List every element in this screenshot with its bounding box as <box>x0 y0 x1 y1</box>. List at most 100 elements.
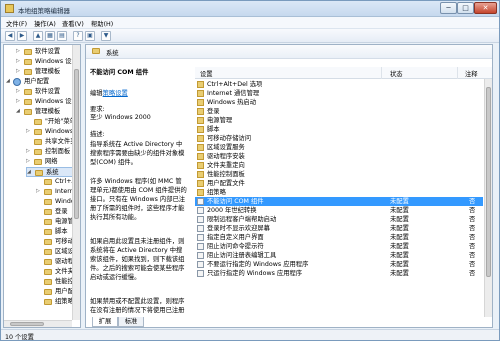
menu-view[interactable]: 查看(V) <box>62 19 84 28</box>
navigation-tree[interactable]: ▷ 软件设置 ▷ Windows 设置 ▷ 管理模板 ◢ 用户配置 ▷ 软件设置 ▷ Win… <box>3 44 81 328</box>
list-row[interactable]: 登录 <box>195 107 483 116</box>
close-button[interactable]: ✕ <box>474 2 497 14</box>
user-icon <box>13 78 21 86</box>
list-scroll-thumb[interactable] <box>486 87 491 277</box>
folder-icon <box>34 129 42 135</box>
expand-arrow-icon[interactable]: ▷ <box>16 89 21 94</box>
back-arrow-icon[interactable]: ◀ <box>5 31 15 41</box>
list-row[interactable]: 2000 年世纪转换 未配置否 <box>195 206 483 215</box>
list-row[interactable]: 区域设置服务 <box>195 143 483 152</box>
folder-icon <box>35 170 43 176</box>
collapse-arrow-icon[interactable]: ◢ <box>16 109 21 114</box>
edit-policy-line: 编辑策略设置 <box>90 88 128 97</box>
folder-icon <box>34 149 42 155</box>
list-row[interactable]: 组策略 <box>195 188 483 197</box>
tree-scroll-thumb[interactable] <box>74 69 79 219</box>
menu-action[interactable]: 操作(A) <box>34 19 56 28</box>
group-policy-app-icon <box>5 4 14 13</box>
column-header-setting[interactable]: 设置 <box>200 69 213 78</box>
expand-arrow-icon[interactable]: ▷ <box>26 129 31 134</box>
folder-icon <box>24 69 32 75</box>
folder-icon <box>197 189 204 196</box>
toolbar: ◀ ▶ ▲ ▦ ▤ ? ▣ ▼ <box>1 29 499 43</box>
list-row[interactable]: Internet 通信管理 <box>195 89 483 98</box>
list-row[interactable]: 驱动程序安装 <box>195 152 483 161</box>
up-folder-icon[interactable]: ▲ <box>33 31 43 41</box>
column-header-state[interactable]: 状态 <box>390 69 403 78</box>
expand-arrow-icon[interactable]: ▷ <box>36 189 41 194</box>
list-row[interactable]: 限制远程客户端帮助启动 未配置否 <box>195 215 483 224</box>
column-divider[interactable] <box>457 67 458 79</box>
view-tabs: 扩展 标准 <box>88 317 388 328</box>
list-row[interactable]: 阻止访问命令提示符 未配置否 <box>195 242 483 251</box>
list-vertical-scrollbar[interactable] <box>484 79 492 317</box>
tree-horizontal-scrollbar[interactable] <box>4 320 72 327</box>
collapse-arrow-icon[interactable]: ◢ <box>27 170 32 175</box>
policy-description-panel: 不能访问 COM 组件 编辑策略设置 要求: 至少 Windows 2000 描… <box>90 67 189 315</box>
list-row[interactable]: Ctrl+Alt+Del 选项 <box>195 80 483 89</box>
expand-arrow-icon[interactable]: ▷ <box>26 149 31 154</box>
folder-icon <box>44 289 52 295</box>
policy-setting-icon <box>197 261 204 268</box>
tree-hscroll-thumb[interactable] <box>10 322 44 326</box>
maximize-button[interactable]: □ <box>457 2 474 14</box>
expand-arrow-icon[interactable]: ▷ <box>16 69 21 74</box>
folder-icon <box>24 99 32 105</box>
folder-icon <box>44 299 52 305</box>
list-row[interactable]: 脚本 <box>195 125 483 134</box>
list-row[interactable]: 只运行指定的 Windows 应用程序 未配置否 <box>195 269 483 278</box>
policy-setting-icon <box>197 270 204 277</box>
list-row[interactable]: 阻止访问注册表编辑工具 未配置否 <box>195 251 483 260</box>
policy-setting-icon <box>197 216 204 223</box>
tree-vertical-scrollbar[interactable] <box>72 45 80 320</box>
minimize-button[interactable]: ─ <box>440 2 457 14</box>
policy-setting-icon <box>197 198 204 205</box>
list-row[interactable]: Windows 热启动 <box>195 98 483 107</box>
expand-arrow-icon[interactable]: ▷ <box>26 159 31 164</box>
export-list-icon[interactable]: ▤ <box>57 31 67 41</box>
list-row[interactable]: 性能控制面板 <box>195 170 483 179</box>
list-header: 设置 状态 注释 <box>195 67 492 79</box>
folder-icon <box>44 269 52 275</box>
collapse-arrow-icon[interactable]: ◢ <box>6 79 11 84</box>
folder-header: 系统 <box>86 45 492 59</box>
list-row[interactable]: 用户配置文件 <box>195 179 483 188</box>
list-row[interactable]: 不要运行指定的 Windows 应用程序 未配置否 <box>195 260 483 269</box>
folder-icon <box>197 117 204 124</box>
folder-icon <box>44 199 52 205</box>
tab-extended[interactable]: 扩展 <box>92 317 118 327</box>
title-bar[interactable]: 本地组策略编辑器 ─ □ ✕ <box>1 1 499 17</box>
policy-setting-icon <box>197 243 204 250</box>
expand-arrow-icon[interactable]: ▷ <box>16 99 21 104</box>
properties-icon[interactable]: ▣ <box>85 31 95 41</box>
show-tree-icon[interactable]: ▦ <box>45 31 55 41</box>
folder-icon <box>44 229 52 235</box>
list-row[interactable]: 可移动存储访问 <box>195 134 483 143</box>
filter-icon[interactable]: ▼ <box>101 31 111 41</box>
folder-icon <box>24 59 32 65</box>
folder-icon <box>44 179 52 185</box>
list-row[interactable]: 登录时不显示欢迎屏幕 未配置否 <box>195 224 483 233</box>
column-divider[interactable] <box>381 67 382 79</box>
tab-standard[interactable]: 标准 <box>118 317 144 327</box>
settings-list: 设置 状态 注释 Ctrl+Alt+Del 选项 Internet 通信管理 W… <box>195 67 492 317</box>
menu-help[interactable]: 帮助(H) <box>91 19 113 28</box>
list-row-selected[interactable]: 不能访问 COM 组件 未配置否 <box>195 197 483 206</box>
folder-icon <box>44 259 52 265</box>
forward-arrow-icon[interactable]: ▶ <box>17 31 27 41</box>
help-icon[interactable]: ? <box>73 31 83 41</box>
description-paragraph-3: 如果启用此设置且未注册组件，则系统将在 Active Directory 中搜索… <box>90 238 185 281</box>
expand-arrow-icon[interactable]: ▷ <box>16 49 21 54</box>
list-row[interactable]: 电源管理 <box>195 116 483 125</box>
list-row[interactable]: 指定自定义用户界面 未配置否 <box>195 233 483 242</box>
folder-icon <box>197 153 204 160</box>
folder-icon <box>24 49 32 55</box>
expand-arrow-icon[interactable]: ▷ <box>16 59 21 64</box>
window-title: 本地组策略编辑器 <box>18 7 70 15</box>
folder-icon <box>197 180 204 187</box>
folder-icon <box>197 144 204 151</box>
column-header-note[interactable]: 注释 <box>465 69 478 78</box>
menu-file[interactable]: 文件(F) <box>6 19 27 28</box>
list-row[interactable]: 文件夹重定向 <box>195 161 483 170</box>
edit-policy-link[interactable]: 策略设置 <box>103 90 128 97</box>
